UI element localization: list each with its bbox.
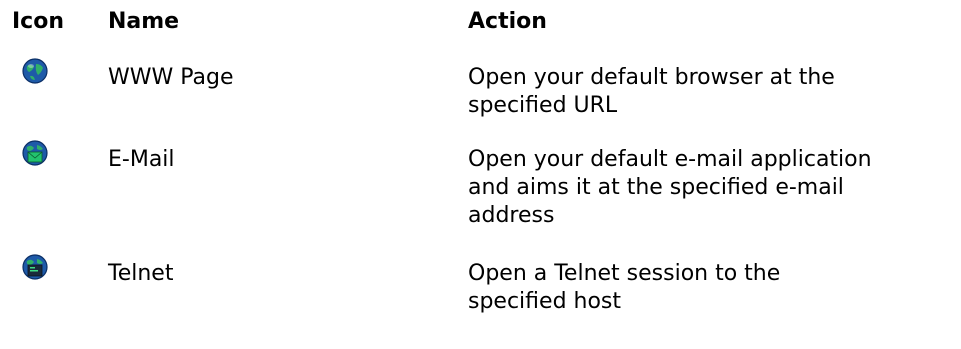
row-name-label: E-Mail (108, 147, 175, 172)
globe-email-icon (22, 140, 48, 166)
row-action-text: Open a Telnet session to the specified h… (468, 260, 948, 316)
action-line: and aims it at the specified e-mail (468, 175, 844, 200)
action-line: Open your default e-mail application (468, 147, 872, 172)
globe-www-icon (22, 58, 48, 84)
action-line: specified URL (468, 93, 618, 118)
globe-telnet-icon (22, 254, 48, 280)
row-name-label: WWW Page (108, 65, 234, 90)
action-column-header: Action (468, 9, 547, 34)
icon-column-header: Icon (12, 9, 65, 34)
row-action-text: Open your default e-mail application and… (468, 146, 948, 230)
action-line: Open your default browser at the (468, 65, 835, 90)
name-column-header: Name (108, 9, 180, 34)
row-action-text: Open your default browser at the specifi… (468, 64, 948, 120)
action-line: address (468, 203, 555, 228)
row-name-label: Telnet (108, 261, 174, 286)
action-line: specified host (468, 289, 622, 314)
action-line: Open a Telnet session to the (468, 261, 781, 286)
